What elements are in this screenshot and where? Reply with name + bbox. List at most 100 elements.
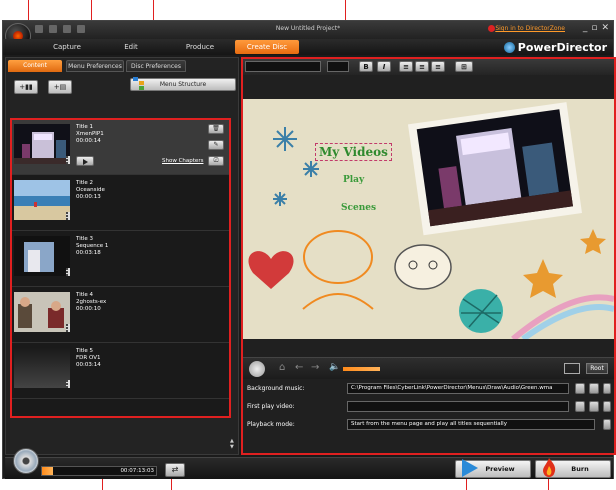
title-thumbnail	[14, 124, 70, 164]
first-play-video-row: First play video:	[243, 399, 614, 415]
play-title-button[interactable]	[76, 156, 94, 166]
playback-mode-label: Playback mode:	[247, 421, 295, 428]
film-icon	[66, 324, 70, 332]
title-info: Title 4 2ghosts-ex 00:00:10	[76, 292, 106, 313]
remove-first-play-button[interactable]	[589, 401, 599, 412]
menu-structure-label: Menu Structure	[159, 81, 207, 88]
title-item[interactable]: Title 3 Sequence 1 00:03:18	[12, 232, 229, 287]
title-duration: 00:00:14	[76, 138, 101, 144]
add-first-play-button[interactable]	[575, 401, 585, 412]
volume-icon[interactable]: 🔈	[329, 362, 340, 372]
sign-in-link[interactable]: Sign in to DirectorZone	[495, 25, 565, 32]
powerdirector-logo-icon	[504, 42, 515, 53]
align-right-button[interactable]: ≡	[431, 61, 445, 72]
tab-produce[interactable]: Produce	[175, 40, 225, 54]
chapter-icon-button[interactable]: ⎚	[208, 156, 224, 166]
disc-capacity-fill	[42, 467, 54, 475]
menu-item-my-videos[interactable]: My Videos	[315, 143, 392, 161]
list-scroll-arrows[interactable]: ▲ ▼	[230, 438, 236, 452]
align-center-button[interactable]: ≡	[415, 61, 429, 72]
title-duration: 00:03:14	[76, 362, 101, 368]
delete-title-button[interactable]: 🗑	[208, 124, 224, 134]
menu-preview-panel: B I ≡ ≡ ≡ ⊞ My Videos Play Scenes ⌂ ← → …	[241, 57, 616, 455]
align-left-button[interactable]: ≡	[399, 61, 413, 72]
subtab-menu-preferences[interactable]: Menu Preferences	[66, 60, 124, 72]
title-thumbnail	[14, 292, 70, 332]
title-name: Title 3	[76, 236, 94, 242]
subtab-disc-preferences[interactable]: Disc Preferences	[126, 60, 186, 72]
volume-slider[interactable]	[343, 367, 380, 371]
background-music-row: Background music: C:\Program Files\Cyber…	[243, 381, 614, 397]
root-button[interactable]: Root	[586, 363, 608, 374]
remove-music-button[interactable]	[603, 383, 611, 394]
restore-button[interactable]: ▫	[591, 23, 597, 33]
content-panel: Content Menu Preferences Disc Preference…	[5, 57, 239, 455]
title-duration: 00:00:13	[76, 194, 101, 200]
beach-image	[14, 180, 70, 220]
music-settings-button[interactable]	[589, 383, 599, 394]
title-name: Title 4	[76, 292, 94, 298]
title-bar: New Untitled Project* Sign in to Directo…	[3, 21, 613, 39]
font-select[interactable]	[245, 61, 321, 72]
prev-page-icon[interactable]: ←	[295, 362, 303, 373]
title-item[interactable]: Title 5 FDR OV1 00:03:14	[12, 344, 229, 399]
title-file: 2ghosts-ex	[76, 299, 107, 305]
font-size-select[interactable]	[327, 61, 349, 72]
burn-button[interactable]: Burn	[535, 458, 611, 478]
menu-navigation-bar: ⌂ ← → 🔈 Root	[243, 357, 614, 379]
italic-button[interactable]: I	[377, 61, 391, 72]
title-item[interactable]: Title 1 XmenPIP1 00:00:14 🗑 ✎ Show Chapt…	[12, 120, 229, 175]
bold-button[interactable]: B	[359, 61, 373, 72]
menu-item-scenes[interactable]: Scenes	[341, 203, 376, 213]
add-chapter-button[interactable]: +▤	[48, 80, 72, 94]
title-info: Title 5 FDR OV1 00:03:14	[76, 348, 101, 369]
disc-capacity-text: 00:07:13:03	[120, 468, 154, 474]
back-button[interactable]	[249, 361, 265, 377]
close-button[interactable]: ✕	[601, 23, 609, 33]
title-info: Title 1 XmenPIP1 00:00:14	[76, 124, 104, 145]
add-music-button[interactable]	[575, 383, 585, 394]
menu-item-play[interactable]: Play	[343, 175, 364, 185]
subtab-content[interactable]: Content	[8, 60, 62, 72]
brand-name: PowerDirector	[517, 41, 607, 54]
title-name: Title 5	[76, 348, 94, 354]
title-duration: 00:03:18	[76, 250, 101, 256]
title-item[interactable]: Title 4 2ghosts-ex 00:00:10	[12, 288, 229, 343]
layout-grid-button[interactable]: ⊞	[455, 61, 473, 72]
swap-button[interactable]: ⇄	[165, 463, 185, 477]
aspect-ratio-button[interactable]	[564, 363, 580, 374]
title-item[interactable]: Title 2 Oceanside 00:00:13	[12, 176, 229, 231]
bottom-bar: 00:07:13:03 ⇄ Preview Burn	[5, 448, 613, 479]
play-first-play-button[interactable]	[603, 401, 611, 412]
title-file: XmenPIP1	[76, 131, 104, 137]
people-image	[14, 292, 70, 332]
text-format-toolbar: B I ≡ ≡ ≡ ⊞	[243, 59, 614, 75]
preview-label: Preview	[485, 465, 515, 473]
tab-capture[interactable]: Capture	[43, 40, 91, 54]
show-chapters-link[interactable]: Show Chapters	[162, 158, 203, 164]
edit-title-button[interactable]: ✎	[208, 140, 224, 150]
content-toolbar: +▮▮ +▤ Menu Structure	[10, 77, 236, 96]
title-file: FDR OV1	[76, 355, 101, 361]
preview-button[interactable]: Preview	[455, 459, 531, 478]
next-page-icon[interactable]: →	[311, 362, 319, 373]
first-play-video-field[interactable]	[347, 401, 569, 412]
playback-mode-settings-button[interactable]	[603, 419, 611, 430]
tab-edit[interactable]: Edit	[107, 40, 155, 54]
playback-mode-field[interactable]: Start from the menu page and play all ti…	[347, 419, 595, 430]
home-icon[interactable]: ⌂	[279, 362, 285, 373]
film-icon	[66, 380, 70, 388]
disc-icon[interactable]	[13, 448, 39, 474]
background-music-field[interactable]: C:\Program Files\CyberLink\PowerDirector…	[347, 383, 569, 394]
disc-menu-preview[interactable]: My Videos Play Scenes	[243, 99, 614, 339]
film-icon	[66, 156, 70, 164]
directorzone-icon	[488, 25, 495, 32]
title-thumbnail	[14, 180, 70, 220]
add-title-button[interactable]: +▮▮	[14, 80, 38, 94]
menu-background-image	[243, 99, 614, 339]
menu-structure-button[interactable]: Menu Structure	[130, 77, 236, 91]
tab-create-disc[interactable]: Create Disc	[235, 40, 299, 54]
title-file: Sequence 1	[76, 243, 109, 249]
minimize-button[interactable]: _	[583, 23, 588, 33]
background-music-label: Background music:	[247, 385, 305, 392]
